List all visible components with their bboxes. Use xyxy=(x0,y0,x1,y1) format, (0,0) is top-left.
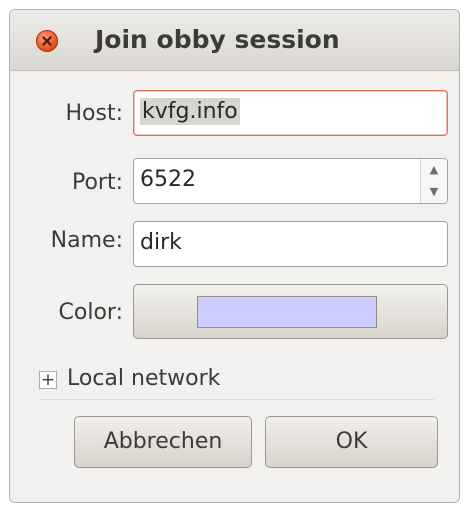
color-label: Color: xyxy=(58,300,123,325)
name-label: Name: xyxy=(50,228,123,253)
separator xyxy=(39,399,434,400)
name-value: dirk xyxy=(140,230,182,255)
host-value: kvfg.info xyxy=(140,98,240,125)
chevron-up-icon[interactable]: ▲ xyxy=(421,159,447,181)
color-swatch xyxy=(197,296,377,328)
chevron-down-icon[interactable]: ▼ xyxy=(421,181,447,203)
host-field[interactable]: kvfg.info xyxy=(133,90,448,136)
host-label: Host: xyxy=(65,101,123,126)
ok-button[interactable]: OK xyxy=(265,416,438,468)
port-label: Port: xyxy=(71,170,123,195)
cancel-button[interactable]: Abbrechen xyxy=(74,416,252,468)
port-value: 6522 xyxy=(140,167,196,192)
expander-plus-icon: + xyxy=(39,370,57,390)
titlebar: Join obby session xyxy=(10,10,459,71)
expander-label: Local network xyxy=(67,366,221,391)
color-button[interactable] xyxy=(133,284,448,339)
name-field[interactable]: dirk xyxy=(133,221,448,267)
join-session-dialog: Join obby session Host: kvfg.info Port: … xyxy=(9,9,460,503)
close-icon[interactable] xyxy=(36,30,58,52)
dialog-title: Join obby session xyxy=(95,25,340,54)
port-spin-arrows: ▲ ▼ xyxy=(420,159,447,203)
port-spin-field[interactable]: 6522 ▲ ▼ xyxy=(133,158,448,204)
